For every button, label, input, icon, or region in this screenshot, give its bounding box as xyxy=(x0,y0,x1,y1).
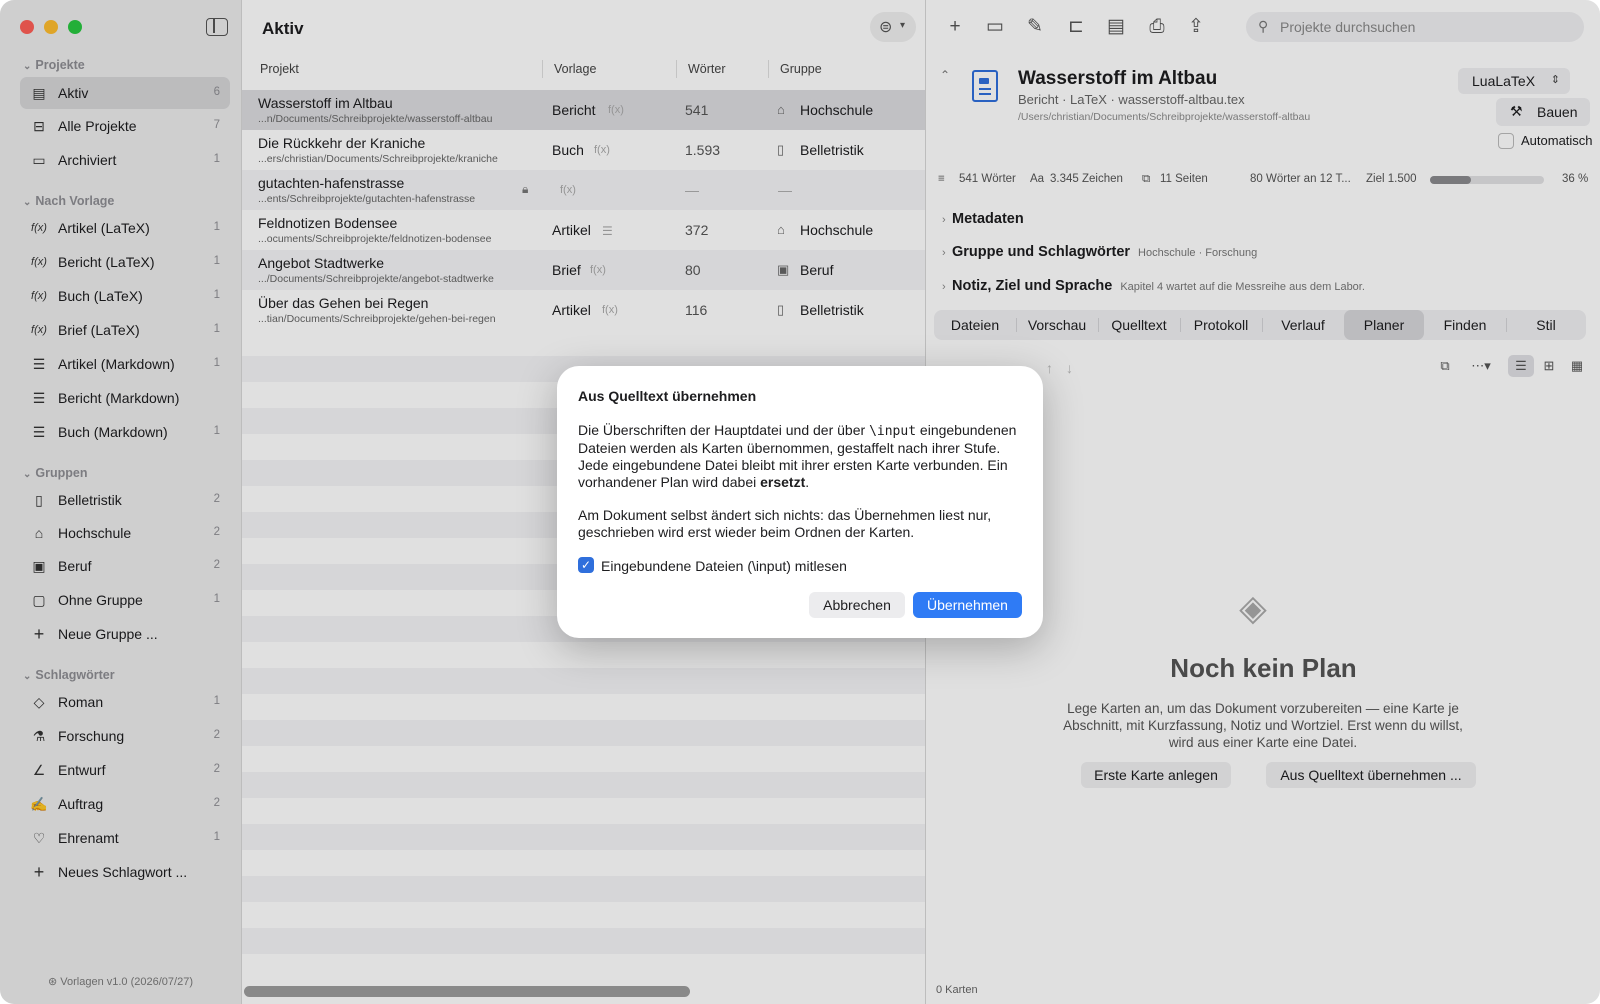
import-dialog: Aus Quelltext übernehmen Die Überschrift… xyxy=(557,366,1043,638)
include-inputs-label: Eingebundene Dateien (\input) mitlesen xyxy=(601,558,847,574)
dialog-paragraph-1: Die Überschriften der Hauptdatei und der… xyxy=(578,422,1017,490)
dialog-paragraph-2: Am Dokument selbst ändert sich nichts: d… xyxy=(578,507,992,540)
app-window: ⌄ Projekte ▤ Aktiv 6 ⊟ Alle Projekte 7 ▭ Archi… xyxy=(0,0,1600,1004)
dialog-title: Aus Quelltext übernehmen xyxy=(578,388,757,404)
include-inputs-checkbox[interactable]: ✓ xyxy=(578,557,594,573)
cancel-button[interactable]: Abbrechen xyxy=(809,592,905,618)
confirm-button[interactable]: Übernehmen xyxy=(913,592,1022,618)
